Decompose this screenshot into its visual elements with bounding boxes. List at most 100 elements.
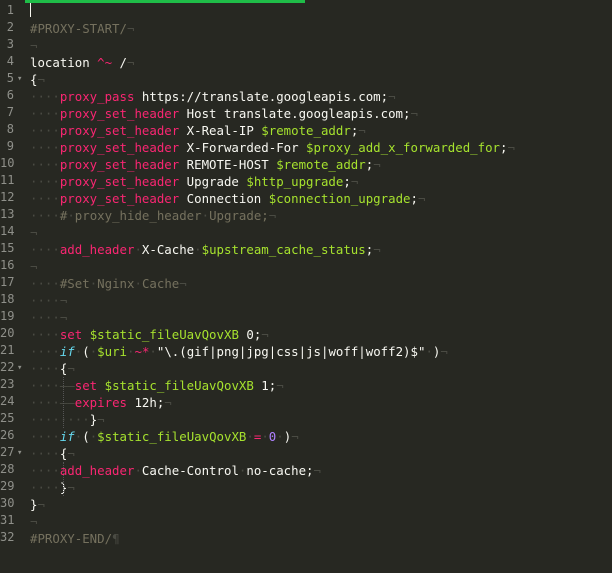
code-token: proxy_set_header bbox=[59, 157, 180, 172]
code-line[interactable]: ····{¬ bbox=[30, 360, 75, 377]
whitespace-marker: ···· bbox=[30, 191, 60, 206]
fold-arrow-icon[interactable]: ▾ bbox=[17, 74, 25, 84]
whitespace-marker bbox=[179, 191, 186, 206]
line-number: 29 bbox=[0, 479, 15, 493]
whitespace-marker: ¬ bbox=[313, 463, 321, 478]
code-token: X-Real-IP bbox=[186, 123, 254, 138]
code-line[interactable]: ····proxy_set_header X-Real-IP $remote_a… bbox=[30, 122, 366, 139]
code-token: $http_upgrade bbox=[246, 174, 344, 189]
code-line[interactable]: ····proxy_set_header Host translate.goog… bbox=[30, 105, 418, 122]
code-line[interactable]: ····proxy_set_header Connection $connect… bbox=[30, 190, 425, 207]
code-token: Connection bbox=[186, 191, 262, 206]
line-number: 17 bbox=[0, 275, 15, 289]
code-line[interactable]: ····proxy_set_header REMOTE-HOST $remote… bbox=[30, 156, 381, 173]
whitespace-marker: ¬ bbox=[30, 225, 38, 240]
whitespace-marker: ¬ bbox=[126, 21, 135, 36]
code-line[interactable]: #PROXY-START/¬ bbox=[30, 20, 134, 37]
whitespace-marker: ¬ bbox=[127, 55, 135, 70]
code-line[interactable]: location ^~ /¬ bbox=[30, 54, 134, 71]
code-token: ( bbox=[82, 344, 90, 359]
whitespace-marker: ···· bbox=[30, 208, 60, 223]
code-line[interactable]: ····#·proxy_hide_header·Upgrade;¬ bbox=[30, 207, 276, 224]
whitespace-marker bbox=[179, 106, 186, 121]
code-token: $uri bbox=[97, 344, 128, 359]
code-editor[interactable]: 1 2 3 4 5 ▾ 6 7 8 9 10 11 12 13 14 15 16 17 18 19 20 21 22 ▾ 23 2… bbox=[0, 0, 612, 573]
whitespace-marker bbox=[112, 55, 119, 70]
whitespace-marker bbox=[179, 157, 186, 172]
code-token: ( bbox=[82, 429, 90, 444]
whitespace-marker: ···· bbox=[30, 106, 60, 121]
code-line[interactable]: {¬ bbox=[30, 71, 45, 88]
whitespace-marker: ¬ bbox=[507, 140, 515, 155]
code-token: proxy_pass bbox=[59, 89, 135, 104]
active-tab-indicator[interactable] bbox=[0, 0, 305, 3]
whitespace-marker bbox=[179, 174, 186, 189]
code-token: #PROXY-START/ bbox=[30, 21, 127, 36]
code-token: proxy_set_header bbox=[59, 123, 180, 138]
whitespace-marker: ···· bbox=[30, 174, 60, 189]
whitespace-marker: ···· bbox=[30, 446, 60, 461]
whitespace-marker: ····—— bbox=[30, 395, 75, 410]
code-token: Host bbox=[186, 106, 217, 121]
line-number: 3 bbox=[6, 37, 14, 51]
code-line[interactable]: ····¬ bbox=[30, 292, 67, 309]
code-line[interactable]: ····proxy_pass https://translate.googlea… bbox=[30, 88, 396, 105]
code-token: Cache-Control bbox=[141, 463, 239, 478]
code-line[interactable]: ····if·(·$static_fileUavQovXB·=·0·)¬ bbox=[30, 428, 299, 445]
fold-arrow-icon[interactable]: ▾ bbox=[17, 363, 25, 373]
whitespace-marker: · bbox=[201, 208, 210, 223]
whitespace-marker: ¬ bbox=[67, 446, 75, 461]
code-line[interactable]: ····#Set·Nginx·Cache¬ bbox=[30, 275, 187, 292]
code-line[interactable]: ¬ bbox=[30, 224, 37, 241]
code-token: $static_fileUavQovXB bbox=[89, 327, 239, 342]
code-token: "\.(gif|png|jpg|css|js|woff|woff2)$" bbox=[156, 344, 426, 359]
code-token: 1; bbox=[261, 378, 277, 393]
code-line[interactable]: ····proxy_set_header X-Forwarded-For $pr… bbox=[30, 139, 515, 156]
code-line[interactable]: }¬ bbox=[30, 496, 45, 513]
code-line[interactable]: ····set $static_fileUavQovXB 0;¬ bbox=[30, 326, 269, 343]
code-line[interactable]: ¬ bbox=[30, 258, 37, 275]
code-line[interactable]: ····}¬ bbox=[30, 479, 75, 496]
line-number: 15 bbox=[0, 241, 15, 255]
code-token: $static_fileUavQovXB bbox=[104, 378, 254, 393]
code-token: proxy_hide_header bbox=[74, 208, 202, 223]
code-token: ; bbox=[410, 191, 418, 206]
code-line[interactable]: ····proxy_set_header Upgrade $http_upgra… bbox=[30, 173, 358, 190]
code-token: $proxy_add_x_forwarded_for bbox=[306, 140, 501, 155]
whitespace-marker: ¬ bbox=[261, 327, 269, 342]
whitespace-marker: ···· bbox=[30, 361, 60, 376]
code-token: if bbox=[59, 429, 75, 444]
fold-arrow-icon[interactable]: ▾ bbox=[17, 448, 25, 458]
code-token: no-cache; bbox=[246, 463, 314, 478]
whitespace-marker: · bbox=[276, 429, 284, 444]
line-number: 31 bbox=[0, 513, 15, 527]
whitespace-marker: ¬ bbox=[373, 157, 381, 172]
code-token: Upgrade bbox=[186, 174, 239, 189]
whitespace-marker: ¬ bbox=[276, 378, 284, 393]
code-token: ; bbox=[343, 174, 351, 189]
code-line[interactable]: ····——expires 12h;¬ bbox=[30, 394, 172, 411]
code-line[interactable]: ····{¬ bbox=[30, 445, 75, 462]
code-line[interactable]: ¬ bbox=[30, 37, 37, 54]
whitespace-marker: ···· bbox=[30, 429, 60, 444]
line-number: 6 bbox=[6, 88, 14, 102]
whitespace-marker: ¬ bbox=[388, 89, 396, 104]
whitespace-marker: ···· bbox=[30, 463, 60, 478]
code-line[interactable]: ····add_header·X-Cache·$upstream_cache_s… bbox=[30, 241, 381, 258]
code-line[interactable]: ····¬ bbox=[30, 309, 67, 326]
code-line[interactable]: ····——set $static_fileUavQovXB 1;¬ bbox=[30, 377, 284, 394]
whitespace-marker: ¬ bbox=[164, 395, 172, 410]
code-token: X-Forwarded-For bbox=[186, 140, 299, 155]
line-number: 10 bbox=[0, 156, 15, 170]
code-line[interactable]: ¬ bbox=[30, 513, 37, 530]
line-number: 7 bbox=[6, 105, 14, 119]
line-number: 19 bbox=[0, 309, 15, 323]
code-token: $remote_addr bbox=[276, 157, 366, 172]
code-line[interactable]: #PROXY-END/¶ bbox=[30, 530, 120, 547]
code-token: add_header bbox=[59, 242, 135, 257]
code-token: if bbox=[59, 344, 75, 359]
code-line[interactable]: ········}¬ bbox=[30, 411, 105, 428]
code-line[interactable]: ····if·(·$uri·~*·"\.(gif|png|jpg|css|js|… bbox=[30, 343, 448, 360]
whitespace-marker: ¬ bbox=[30, 259, 38, 274]
code-line[interactable]: ····add_header·Cache-Control·no-cache;¬ bbox=[30, 462, 321, 479]
